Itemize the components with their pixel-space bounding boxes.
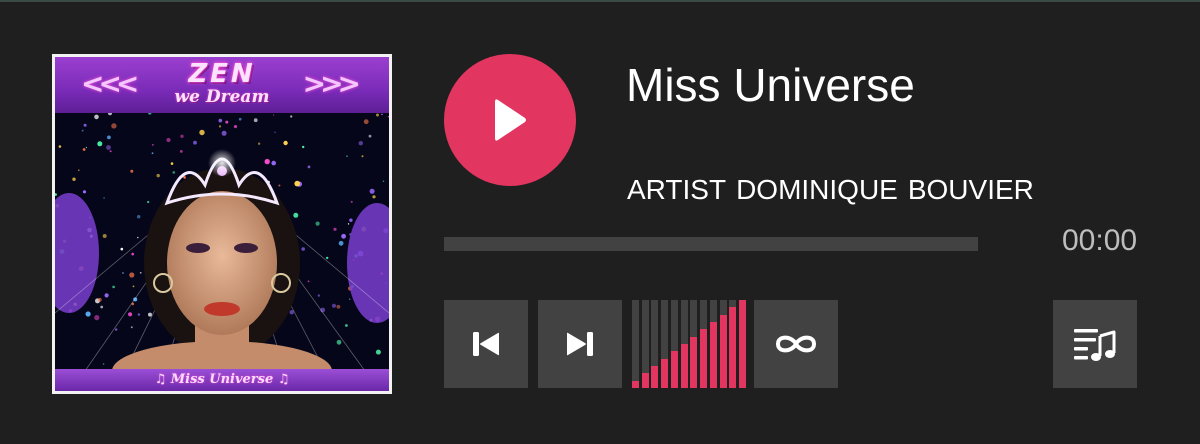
cover-banner: <<< ZEN we Dream >>> [55,57,389,113]
loop-icon [775,335,817,353]
skip-previous-icon [473,332,499,356]
volume-bar-fill [670,351,678,388]
volume-bar-fill [651,366,659,388]
album-cover: <<< ZEN we Dream >>> ♫ Miss Universe ♫ [52,54,392,394]
previous-track-button[interactable] [444,300,528,388]
track-title: Miss Universe [626,59,915,111]
volume-bar-fill [690,337,698,388]
volume-bar-fill [632,381,639,388]
play-button[interactable] [444,54,576,186]
loop-button[interactable] [754,300,838,388]
next-track-button[interactable] [538,300,622,388]
volume-bar-fill [729,307,737,388]
cover-artwork [55,113,389,371]
playlist-button[interactable] [1053,300,1137,388]
volume-control[interactable] [632,300,746,388]
artist-first-name: DOMINIQUE [736,174,898,205]
volume-bar[interactable] [680,300,688,388]
music-player: <<< ZEN we Dream >>> ♫ Miss Universe ♫ M… [0,0,1200,444]
volume-bar[interactable] [661,300,669,388]
artist-last-name: BOUVIER [907,174,1034,205]
volume-bar-fill [641,373,649,388]
volume-bar-fill [661,359,669,388]
volume-bar[interactable] [641,300,649,388]
volume-bar[interactable] [632,300,639,388]
artist-line: ARTIST DOMINIQUE BOUVIER [627,174,1044,206]
volume-bar[interactable] [700,300,708,388]
skip-next-icon [567,332,593,356]
volume-bar[interactable] [709,300,717,388]
volume-bar-fill [739,300,746,388]
play-icon [495,99,526,141]
volume-bar-fill [700,329,708,388]
volume-bar[interactable] [719,300,727,388]
volume-bar[interactable] [690,300,698,388]
volume-bar[interactable] [739,300,746,388]
volume-bar[interactable] [651,300,659,388]
cover-footer-title: ♫ Miss Universe ♫ [55,369,389,391]
volume-bar-fill [709,322,717,388]
cover-chevrons-right: >>> [302,67,361,100]
volume-bar[interactable] [670,300,678,388]
artist-label: ARTIST [627,174,727,205]
volume-bar-fill [680,344,688,388]
playlist-music-icon [1074,329,1116,361]
progress-bar[interactable] [444,237,978,251]
time-readout: 00:00 [1062,224,1138,257]
volume-bar-fill [719,315,727,388]
volume-bar[interactable] [729,300,737,388]
